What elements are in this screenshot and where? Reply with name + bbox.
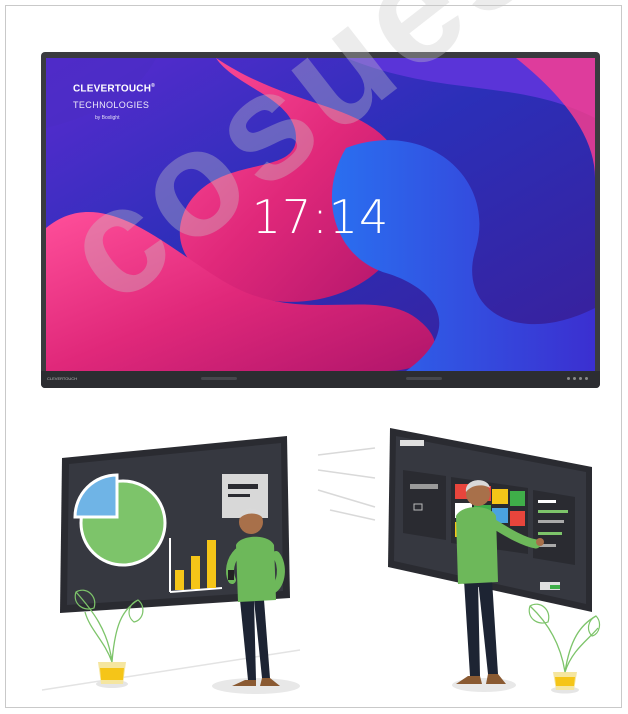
motion-lines [317, 447, 376, 521]
plant-icon [528, 603, 601, 694]
illustration-scene [41, 428, 601, 694]
